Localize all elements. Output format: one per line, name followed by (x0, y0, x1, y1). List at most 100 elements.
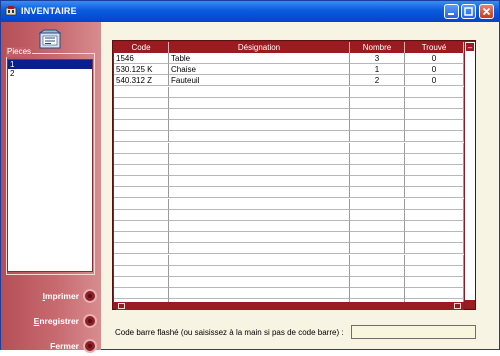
table-cell-code[interactable] (114, 86, 169, 98)
table-cell-designation[interactable] (169, 243, 350, 255)
table-cell-code[interactable] (114, 187, 169, 199)
vertical-scrollbar[interactable]: – (465, 42, 475, 308)
table-cell-nombre[interactable] (350, 109, 405, 120)
table-cell-trouve[interactable] (405, 153, 464, 165)
table-cell-nombre[interactable] (350, 131, 405, 143)
empty-table-row[interactable] (114, 288, 464, 300)
table-cell-nombre[interactable]: 2 (350, 75, 405, 87)
empty-table-row[interactable] (114, 198, 464, 210)
table-cell-trouve[interactable] (405, 187, 464, 199)
table-cell-designation[interactable] (169, 97, 350, 109)
table-cell-nombre[interactable] (350, 209, 405, 221)
table-cell-designation[interactable] (169, 109, 350, 120)
table-cell-trouve[interactable] (405, 142, 464, 154)
empty-table-row[interactable] (114, 142, 464, 154)
table-cell-trouve[interactable]: 0 (405, 53, 464, 64)
table-cell-nombre[interactable] (350, 165, 405, 176)
table-cell-designation[interactable] (169, 198, 350, 210)
table-cell-trouve[interactable] (405, 131, 464, 143)
table-cell-designation[interactable] (169, 153, 350, 165)
table-cell-code[interactable] (114, 232, 169, 244)
empty-table-row[interactable] (114, 221, 464, 232)
table-cell-code[interactable] (114, 288, 169, 300)
table-cell-designation[interactable]: Chaise (169, 64, 350, 76)
table-cell-trouve[interactable] (405, 277, 464, 288)
table-cell-trouve[interactable] (405, 120, 464, 132)
table-cell-nombre[interactable] (350, 153, 405, 165)
column-header-trouve[interactable]: Trouvé (405, 42, 464, 53)
table-cell-nombre[interactable] (350, 198, 405, 210)
table-cell-designation[interactable] (169, 288, 350, 300)
table-cell-designation[interactable] (169, 221, 350, 232)
table-cell-trouve[interactable] (405, 165, 464, 176)
table-cell-designation[interactable] (169, 142, 350, 154)
save-button-knob-icon[interactable] (83, 314, 97, 328)
empty-table-row[interactable] (114, 265, 464, 277)
table-cell-trouve[interactable] (405, 265, 464, 277)
horizontal-scrollbar[interactable] (116, 302, 464, 310)
table-row[interactable]: 530.125 K Chaise 1 0 (114, 64, 464, 76)
table-cell-code[interactable] (114, 209, 169, 221)
empty-table-row[interactable] (114, 165, 464, 176)
table-cell-designation[interactable] (169, 131, 350, 143)
table-cell-trouve[interactable] (405, 243, 464, 255)
table-cell-code[interactable] (114, 120, 169, 132)
table-cell-designation[interactable]: Fauteuil (169, 75, 350, 87)
column-header-nombre[interactable]: Nombre (350, 42, 405, 53)
table-cell-code[interactable] (114, 243, 169, 255)
table-cell-nombre[interactable] (350, 265, 405, 277)
empty-table-row[interactable] (114, 153, 464, 165)
table-cell-nombre[interactable] (350, 221, 405, 232)
table-cell-code[interactable] (114, 254, 169, 266)
empty-table-row[interactable] (114, 131, 464, 143)
minimize-button[interactable] (444, 4, 459, 19)
table-cell-designation[interactable] (169, 86, 350, 98)
empty-table-row[interactable] (114, 243, 464, 255)
table-cell-designation[interactable] (169, 232, 350, 244)
table-cell-trouve[interactable] (405, 86, 464, 98)
table-cell-nombre[interactable] (350, 86, 405, 98)
table-cell-code[interactable] (114, 176, 169, 188)
table-cell-designation[interactable] (169, 120, 350, 132)
table-cell-trouve[interactable] (405, 198, 464, 210)
inventory-grid[interactable]: Code Désignation Nombre Trouvé 1546 Table… (112, 40, 476, 310)
empty-table-row[interactable] (114, 86, 464, 98)
piece-list-item[interactable]: 1 (8, 60, 92, 69)
empty-table-row[interactable] (114, 176, 464, 188)
table-cell-trouve[interactable] (405, 221, 464, 232)
close-button-knob-icon[interactable] (83, 339, 97, 353)
table-cell-code[interactable] (114, 221, 169, 232)
table-cell-code[interactable]: 530.125 K (114, 64, 169, 76)
table-cell-nombre[interactable] (350, 277, 405, 288)
print-button-knob-icon[interactable] (83, 289, 97, 303)
close-button[interactable]: Fermer (1, 338, 101, 356)
table-cell-nombre[interactable]: 3 (350, 53, 405, 64)
pieces-list[interactable]: 1 2 (7, 59, 93, 272)
table-cell-nombre[interactable] (350, 243, 405, 255)
table-cell-designation[interactable] (169, 265, 350, 277)
title-bar[interactable]: INVENTAIRE (1, 1, 499, 22)
table-cell-code[interactable]: 1546 (114, 53, 169, 64)
print-button[interactable]: Imprimer (1, 288, 101, 306)
table-cell-trouve[interactable] (405, 109, 464, 120)
scroll-up-button[interactable]: – (465, 42, 475, 52)
table-cell-nombre[interactable] (350, 187, 405, 199)
table-cell-code[interactable]: 540.312 Z (114, 75, 169, 87)
table-cell-code[interactable] (114, 277, 169, 288)
table-cell-designation[interactable] (169, 209, 350, 221)
scroll-right-button[interactable] (454, 303, 461, 309)
table-cell-trouve[interactable] (405, 232, 464, 244)
column-header-code[interactable]: Code (114, 42, 169, 53)
empty-table-row[interactable] (114, 254, 464, 266)
piece-list-item[interactable]: 2 (8, 69, 92, 78)
table-cell-trouve[interactable] (405, 288, 464, 300)
table-cell-designation[interactable] (169, 277, 350, 288)
table-cell-code[interactable] (114, 142, 169, 154)
table-cell-trouve[interactable] (405, 254, 464, 266)
table-cell-code[interactable] (114, 198, 169, 210)
column-header-designation[interactable]: Désignation (169, 42, 350, 53)
empty-table-row[interactable] (114, 97, 464, 109)
barcode-input[interactable] (351, 325, 476, 339)
empty-table-row[interactable] (114, 209, 464, 221)
table-cell-nombre[interactable] (350, 176, 405, 188)
